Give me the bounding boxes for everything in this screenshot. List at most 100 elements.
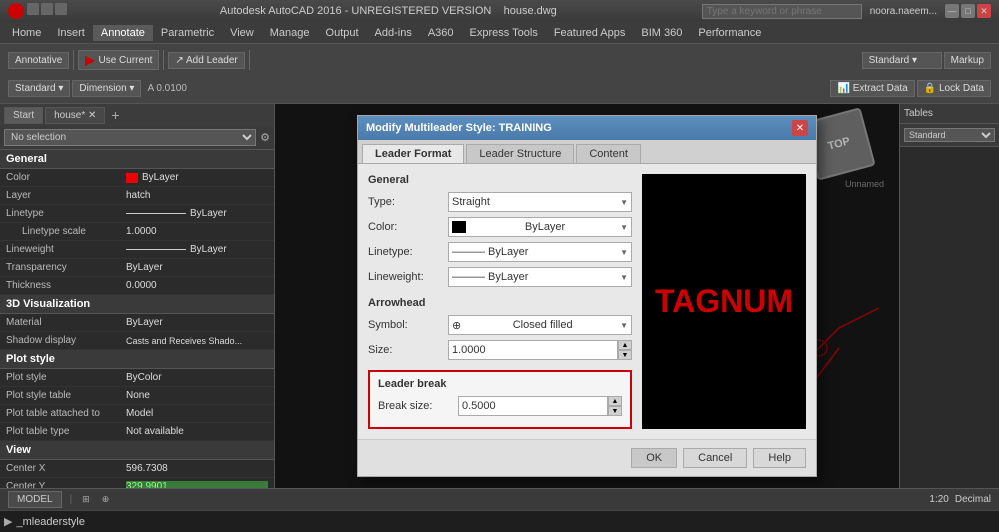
color-arrow: ▼: [620, 223, 628, 232]
symbol-dropdown[interactable]: ⊕ Closed filled ▼: [448, 315, 632, 335]
prop-shadow: Shadow display Casts and Receives Shado.…: [0, 332, 274, 350]
tab-annotate[interactable]: Annotate: [93, 25, 153, 41]
symbol-label: Symbol:: [368, 319, 448, 331]
snap-btn[interactable]: ⊕: [96, 492, 116, 507]
tab-express[interactable]: Express Tools: [462, 25, 546, 41]
modal-tab-leader-format[interactable]: Leader Format: [362, 144, 464, 163]
prop-color: Color ByLayer: [0, 169, 274, 187]
prop-label-layer: Layer: [6, 190, 126, 201]
size-label: Size:: [368, 344, 448, 356]
right-panel: Tables Standard: [899, 104, 999, 488]
color-dropdown[interactable]: ByLayer ▼: [448, 217, 632, 237]
modal-close-btn[interactable]: ✕: [792, 120, 808, 136]
size-row: Size: ▲ ▼: [368, 340, 632, 360]
undo-icon[interactable]: [41, 3, 53, 15]
prop-label-material: Material: [6, 317, 126, 328]
model-tab[interactable]: MODEL: [8, 491, 62, 508]
tab-performance[interactable]: Performance: [690, 25, 769, 41]
group-view[interactable]: View: [0, 441, 274, 460]
group-3d[interactable]: 3D Visualization: [0, 295, 274, 314]
text-style-btn[interactable]: Standard ▾: [8, 80, 70, 97]
symbol-row: Symbol: ⊕ Closed filled ▼: [368, 315, 632, 335]
prop-value-ltscale: 1.0000: [126, 226, 268, 237]
ok-button[interactable]: OK: [631, 448, 677, 468]
tab-view[interactable]: View: [222, 25, 262, 41]
prop-value-layer: hatch: [126, 190, 268, 201]
tab-output[interactable]: Output: [318, 25, 367, 41]
tab-start[interactable]: Start: [4, 107, 43, 124]
maximize-button[interactable]: □: [961, 4, 975, 18]
lock-data-btn[interactable]: 🔒 Lock Data: [917, 80, 991, 97]
tab-addins[interactable]: Add-ins: [367, 25, 420, 41]
linetype-arrow: ▼: [620, 248, 628, 257]
zoom-level: 1:20: [929, 494, 948, 505]
tab-a360[interactable]: A360: [420, 25, 462, 41]
lineweight-arrow: ▼: [620, 273, 628, 282]
prop-value-transparency: ByLayer: [126, 262, 268, 273]
tables-dropdown[interactable]: Standard: [904, 128, 995, 142]
size-input[interactable]: [448, 340, 618, 360]
linetype-dropdown[interactable]: ——— ByLayer ▼: [448, 242, 632, 262]
break-size-input[interactable]: [458, 396, 608, 416]
tab-bim360[interactable]: BIM 360: [633, 25, 690, 41]
tab-manage[interactable]: Manage: [262, 25, 318, 41]
tab-parametric[interactable]: Parametric: [153, 25, 222, 41]
linetype-line: [126, 213, 186, 214]
search-input[interactable]: [702, 4, 862, 19]
standard-dropdown[interactable]: Standard ▾: [862, 52, 942, 69]
section-general: General Type: Straight ▼ Color:: [368, 174, 632, 287]
close-button[interactable]: ✕: [977, 4, 991, 18]
use-current-btn[interactable]: ▶ Use Current: [78, 50, 159, 70]
size-increment-btn[interactable]: ▲: [618, 340, 632, 350]
markup-btn[interactable]: Markup: [944, 52, 991, 69]
type-arrow: ▼: [620, 198, 628, 207]
tab-insert[interactable]: Insert: [49, 25, 93, 41]
status-bar: MODEL | ⊞ ⊕ 1:20 Decimal: [0, 488, 999, 510]
prop-value-centerx: 596.7308: [126, 463, 268, 474]
cancel-button[interactable]: Cancel: [683, 448, 747, 468]
prop-label-transparency: Transparency: [6, 262, 126, 273]
selection-dropdown[interactable]: No selection: [4, 129, 256, 146]
color-swatch: [126, 173, 138, 183]
modal-tab-content[interactable]: Content: [576, 144, 641, 163]
break-increment-btn[interactable]: ▲: [608, 396, 622, 406]
new-tab-btn[interactable]: +: [111, 107, 119, 123]
prop-value-centery: 329.9901: [126, 481, 268, 488]
left-panel: Start house* ✕ + No selection ⚙ General …: [0, 104, 275, 488]
tab-home[interactable]: Home: [4, 25, 49, 41]
symbol-icon: ⊕: [452, 319, 461, 332]
font-tools: A 0.0100: [147, 83, 186, 94]
size-decrement-btn[interactable]: ▼: [618, 350, 632, 360]
modal-body: General Type: Straight ▼ Color:: [358, 164, 816, 439]
minimize-button[interactable]: —: [945, 4, 959, 18]
prop-label-attached: Plot table attached to: [6, 408, 126, 419]
ribbon-tabs: Home Insert Annotate Parametric View Man…: [0, 22, 999, 44]
grid-btn[interactable]: ⊞: [76, 492, 96, 507]
prop-value-shadow: Casts and Receives Shado...: [126, 336, 268, 346]
break-size-row: Break size: ▲ ▼: [378, 396, 622, 416]
lineweight-dropdown[interactable]: ——— ByLayer ▼: [448, 267, 632, 287]
modal-tab-leader-structure[interactable]: Leader Structure: [466, 144, 574, 163]
separator-3: [249, 50, 250, 70]
color-swatch-modal: [452, 221, 466, 233]
break-decrement-btn[interactable]: ▼: [608, 406, 622, 416]
extract-data-btn[interactable]: 📊 Extract Data: [830, 80, 914, 97]
help-button[interactable]: Help: [753, 448, 806, 468]
lw-line: [126, 249, 186, 250]
dimension-btn[interactable]: Dimension ▾: [72, 80, 141, 97]
group-plot[interactable]: Plot style: [0, 350, 274, 369]
linetype-label: Linetype:: [368, 246, 448, 258]
prop-value-plotstyle: ByColor: [126, 372, 268, 383]
command-input[interactable]: [16, 516, 995, 528]
selection-icon[interactable]: ⚙: [260, 131, 270, 144]
modal-overlay: Modify Multileader Style: TRAINING ✕ Lea…: [275, 104, 899, 488]
add-leader-btn[interactable]: ↗ Add Leader: [168, 52, 244, 69]
right-tools-2: 📊 Extract Data 🔒 Lock Data: [830, 80, 991, 97]
annotative-btn[interactable]: Annotative: [8, 52, 69, 69]
type-dropdown[interactable]: Straight ▼: [448, 192, 632, 212]
redo-icon[interactable]: [55, 3, 67, 15]
group-general[interactable]: General: [0, 150, 274, 169]
tab-featured[interactable]: Featured Apps: [546, 25, 634, 41]
tab-house[interactable]: house* ✕: [45, 107, 105, 124]
save-icon[interactable]: [27, 3, 39, 15]
